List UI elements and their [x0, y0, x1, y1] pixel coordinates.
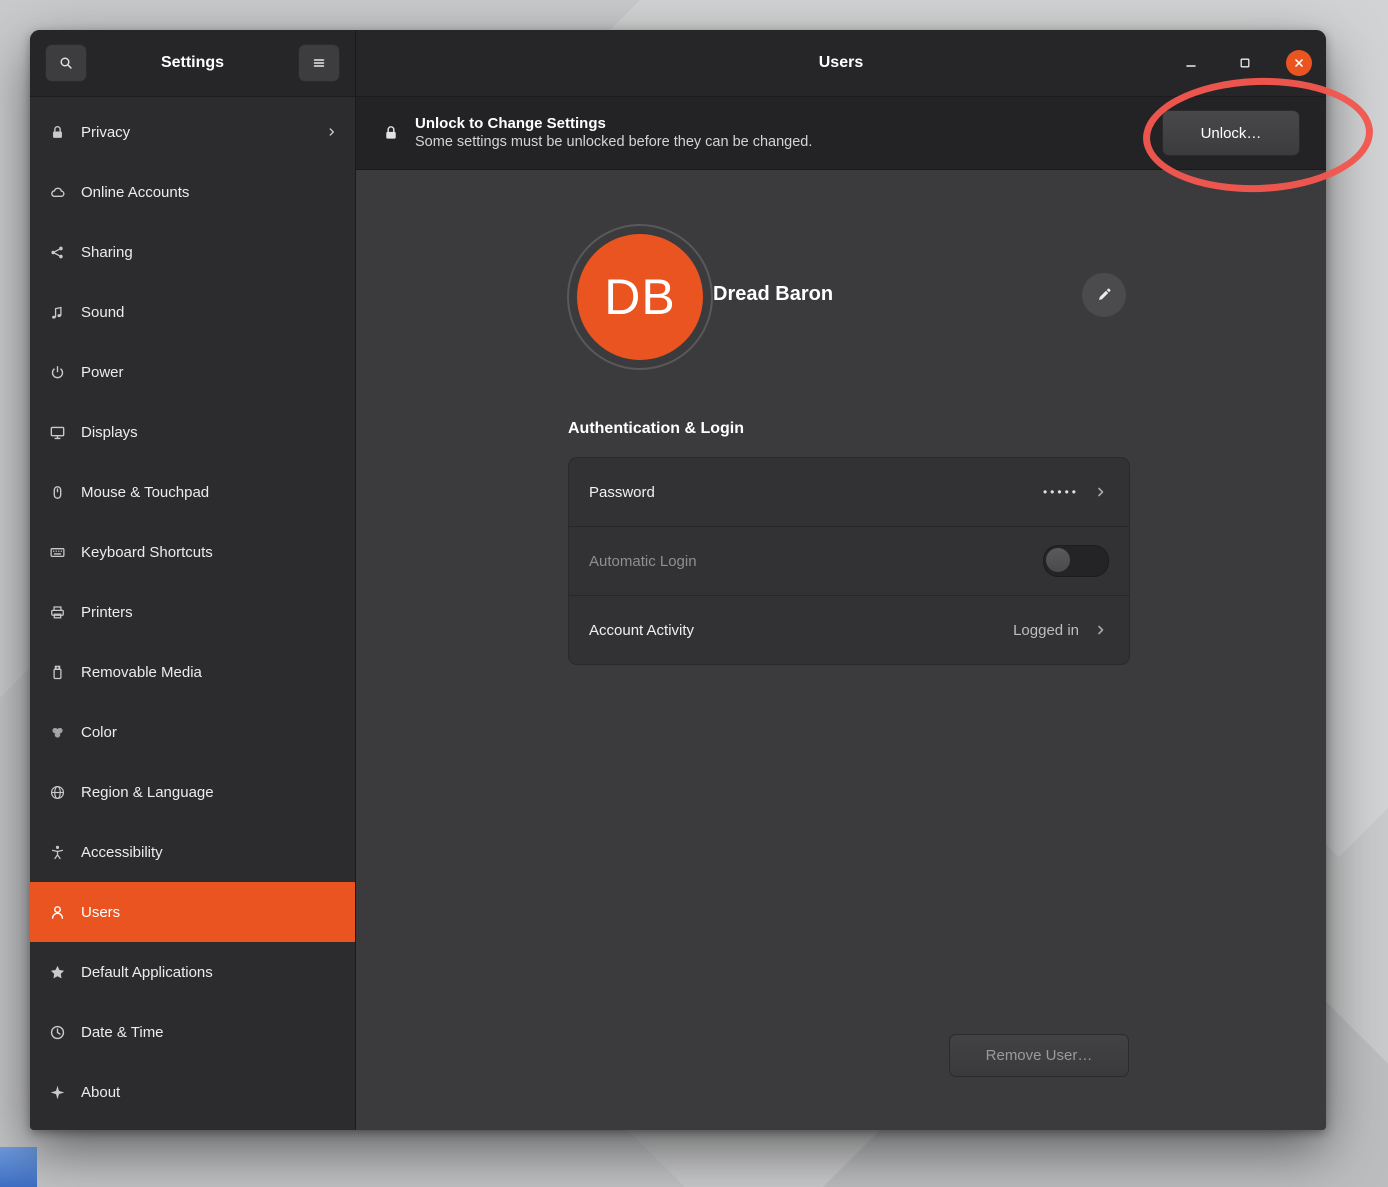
sidebar-item-label: Online Accounts	[81, 184, 189, 201]
sidebar-header: Settings	[30, 30, 355, 97]
account-activity-label: Account Activity	[589, 622, 694, 639]
sidebar-item-privacy[interactable]: Privacy	[30, 102, 355, 162]
auth-section-heading: Authentication & Login	[568, 420, 744, 438]
printer-icon	[49, 604, 66, 621]
color-swatch-icon	[49, 724, 66, 741]
share-icon	[49, 244, 66, 261]
sidebar-item-online-accounts[interactable]: Online Accounts	[30, 162, 355, 222]
minimize-button[interactable]	[1178, 50, 1204, 76]
close-button[interactable]	[1286, 50, 1312, 76]
primary-menu-button[interactable]	[298, 44, 340, 82]
maximize-button[interactable]	[1232, 50, 1258, 76]
automatic-login-toggle[interactable]	[1043, 545, 1109, 577]
users-icon	[49, 904, 66, 921]
headerbar: Users	[356, 30, 1326, 97]
sidebar-item-displays[interactable]: Displays	[30, 402, 355, 462]
sidebar-item-power[interactable]: Power	[30, 342, 355, 402]
chevron-right-icon	[1093, 484, 1109, 500]
user-full-name: Dread Baron	[713, 283, 833, 306]
sidebar-item-label: Power	[81, 364, 124, 381]
unlock-banner: Unlock to Change Settings Some settings …	[356, 97, 1326, 170]
power-icon	[49, 364, 66, 381]
remove-user-button[interactable]: Remove User…	[949, 1034, 1129, 1077]
search-icon	[58, 55, 74, 71]
desktop-corner-window	[0, 1147, 37, 1187]
window-controls	[1178, 50, 1312, 76]
sidebar-item-label: Printers	[81, 604, 133, 621]
sidebar-item-keyboard-shortcuts[interactable]: Keyboard Shortcuts	[30, 522, 355, 582]
account-activity-row[interactable]: Account Activity Logged in	[569, 596, 1129, 664]
sidebar-item-label: Users	[81, 904, 120, 921]
sidebar-item-removable-media[interactable]: Removable Media	[30, 642, 355, 702]
keyboard-icon	[49, 544, 66, 561]
music-note-icon	[49, 304, 66, 321]
usb-drive-icon	[49, 664, 66, 681]
edit-name-button[interactable]	[1082, 273, 1126, 317]
settings-window: Settings Privacy Online Accounts	[30, 30, 1326, 1130]
desktop-background: Settings Privacy Online Accounts	[0, 0, 1388, 1187]
automatic-login-row: Automatic Login	[569, 527, 1129, 596]
clock-icon	[49, 1024, 66, 1041]
sidebar-item-date-time[interactable]: Date & Time	[30, 1002, 355, 1062]
accessibility-icon	[49, 844, 66, 861]
sidebar: Settings Privacy Online Accounts	[30, 30, 356, 1130]
sidebar-item-label: Displays	[81, 424, 138, 441]
toggle-knob	[1046, 548, 1070, 572]
avatar[interactable]: DB	[577, 234, 703, 360]
sidebar-item-label: Default Applications	[81, 964, 213, 981]
sidebar-item-label: Removable Media	[81, 664, 202, 681]
auth-list: Password ••••• Automatic Login Acc	[568, 457, 1130, 665]
lock-icon	[49, 124, 66, 141]
globe-icon	[49, 784, 66, 801]
banner-subtitle: Some settings must be unlocked before th…	[415, 133, 812, 152]
sidebar-item-color[interactable]: Color	[30, 702, 355, 762]
sidebar-item-label: Date & Time	[81, 1024, 164, 1041]
sidebar-item-label: Sharing	[81, 244, 133, 261]
search-button[interactable]	[45, 44, 87, 82]
pencil-icon	[1096, 287, 1112, 303]
password-row[interactable]: Password •••••	[569, 458, 1129, 527]
sidebar-item-region-language[interactable]: Region & Language	[30, 762, 355, 822]
sidebar-item-users[interactable]: Users	[30, 882, 355, 942]
close-icon	[1292, 56, 1306, 70]
chevron-right-icon	[325, 125, 339, 139]
sidebar-item-about[interactable]: About	[30, 1062, 355, 1122]
chevron-right-icon	[1093, 622, 1109, 638]
display-icon	[49, 424, 66, 441]
sparkle-icon	[49, 1084, 66, 1101]
main-pane: Users Unlock t	[356, 30, 1326, 1130]
avatar-ring: DB	[567, 224, 713, 370]
sidebar-item-label: Region & Language	[81, 784, 214, 801]
cloud-icon	[49, 184, 66, 201]
sidebar-item-default-applications[interactable]: Default Applications	[30, 942, 355, 1002]
sidebar-item-label: Accessibility	[81, 844, 163, 861]
sidebar-item-label: Sound	[81, 304, 124, 321]
maximize-icon	[1237, 55, 1253, 71]
sidebar-item-sharing[interactable]: Sharing	[30, 222, 355, 282]
hamburger-menu-icon	[311, 55, 327, 71]
sidebar-item-label: Mouse & Touchpad	[81, 484, 209, 501]
banner-text: Unlock to Change Settings Some settings …	[415, 114, 812, 152]
users-panel: DB Dread Baron Authentication & Login Pa…	[356, 170, 1326, 1130]
password-dots: •••••	[1043, 485, 1079, 499]
sidebar-item-accessibility[interactable]: Accessibility	[30, 822, 355, 882]
banner-title: Unlock to Change Settings	[415, 114, 812, 134]
unlock-button[interactable]: Unlock…	[1162, 110, 1300, 156]
sidebar-item-sound[interactable]: Sound	[30, 282, 355, 342]
star-icon	[49, 964, 66, 981]
sidebar-item-label: Keyboard Shortcuts	[81, 544, 213, 561]
banner-lock-icon	[382, 124, 400, 142]
sidebar-item-label: About	[81, 1084, 120, 1101]
sidebar-nav: Privacy Online Accounts Sharing Sound	[30, 97, 355, 1127]
sidebar-item-mouse-touchpad[interactable]: Mouse & Touchpad	[30, 462, 355, 522]
password-label: Password	[589, 484, 655, 501]
sidebar-item-printers[interactable]: Printers	[30, 582, 355, 642]
sidebar-item-label: Color	[81, 724, 117, 741]
account-activity-value: Logged in	[1013, 622, 1079, 639]
minimize-icon	[1183, 55, 1199, 71]
automatic-login-label: Automatic Login	[589, 553, 697, 570]
sidebar-item-label: Privacy	[81, 124, 130, 141]
mouse-icon	[49, 484, 66, 501]
